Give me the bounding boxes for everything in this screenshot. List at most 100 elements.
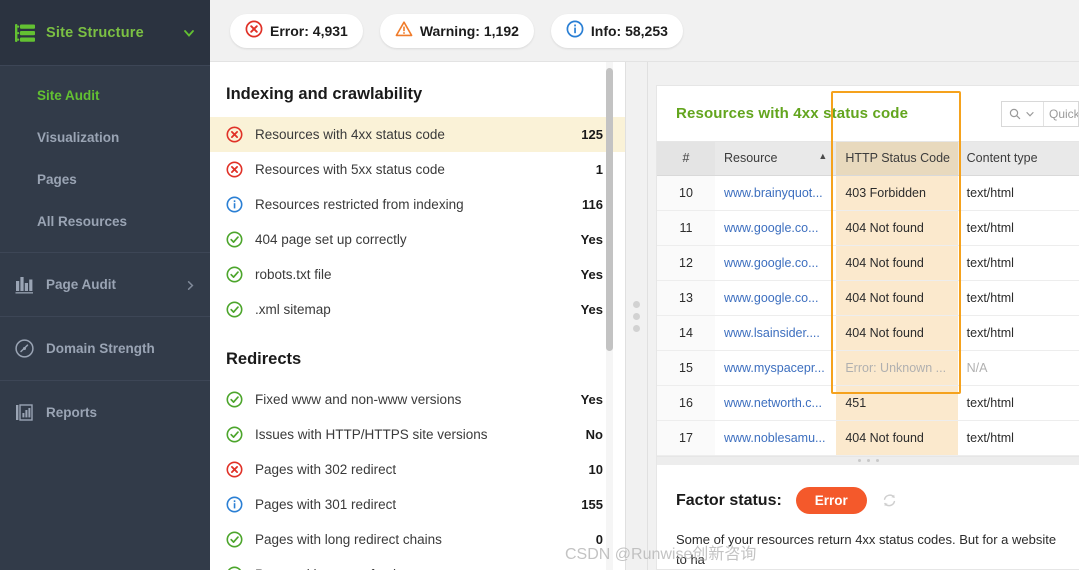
- sidebar-item-all-resources[interactable]: All Resources: [0, 200, 210, 242]
- sidebar-item-label: All Resources: [37, 213, 128, 229]
- status-badge-warning[interactable]: Warning: 1,192: [379, 13, 534, 48]
- resource-link[interactable]: www.noblesamu...: [724, 431, 825, 445]
- cell-number: 10: [657, 175, 715, 211]
- sidebar-item-domain-strength[interactable]: Domain Strength: [0, 316, 210, 380]
- factor-value: Yes: [580, 232, 603, 247]
- cell-number: 12: [657, 245, 715, 281]
- column-header-resource[interactable]: Resource ▲: [715, 142, 837, 176]
- cell-content-type: text/html: [957, 175, 1079, 211]
- cell-http-status-code: 403 Forbidden: [836, 175, 958, 211]
- resource-link[interactable]: www.myspacepr...: [724, 361, 825, 375]
- cell-resource[interactable]: www.noblesamu...: [715, 420, 837, 456]
- sidebar-item-reports[interactable]: Reports: [0, 380, 210, 444]
- quick-search[interactable]: Quick search: [1001, 100, 1079, 127]
- resource-link[interactable]: www.lsainsider....: [724, 326, 820, 340]
- cell-http-status-code: 404 Not found: [836, 315, 958, 351]
- factor-row[interactable]: Pages with meta refresh 0: [210, 557, 625, 570]
- resource-link[interactable]: www.google.co...: [724, 256, 819, 270]
- cell-http-status-code: 404 Not found: [836, 245, 958, 281]
- factor-value: Yes: [580, 267, 603, 282]
- factor-row[interactable]: Pages with long redirect chains 0: [210, 522, 625, 557]
- factor-value: Yes: [580, 392, 603, 407]
- search-dropdown-button[interactable]: [1002, 101, 1044, 126]
- status-badge-error[interactable]: Error: 4,931: [230, 13, 363, 48]
- cell-content-type: text/html: [957, 315, 1079, 351]
- table-row[interactable]: 10 www.brainyquot... 403 Forbidden text/…: [657, 175, 1079, 211]
- factor-row[interactable]: Resources with 5xx status code 1: [210, 152, 625, 187]
- factor-status-line1: Some of your resources return 4xx status…: [676, 532, 1057, 568]
- cell-resource[interactable]: www.google.co...: [715, 280, 837, 316]
- factor-row[interactable]: Pages with 301 redirect 155: [210, 487, 625, 522]
- sidebar-header-site-structure[interactable]: Site Structure: [0, 0, 210, 66]
- sidebar-item-page-audit[interactable]: Page Audit: [0, 252, 210, 316]
- cell-http-status-code: 404 Not found: [836, 280, 958, 316]
- table-row[interactable]: 14 www.lsainsider.... 404 Not found text…: [657, 315, 1079, 351]
- check-icon: [226, 531, 243, 548]
- factor-value: 0: [595, 532, 603, 547]
- audit-factors-pane: Indexing and crawlability Resources with…: [210, 62, 625, 570]
- check-icon: [226, 231, 243, 248]
- factor-row[interactable]: 404 page set up correctly Yes: [210, 222, 625, 257]
- table-header-row: # Resource ▲ HTTP Status Code Content ty…: [657, 142, 1079, 176]
- factor-row[interactable]: robots.txt file Yes: [210, 257, 625, 292]
- cell-number: 11: [657, 210, 715, 246]
- table-row[interactable]: 11 www.google.co... 404 Not found text/h…: [657, 210, 1079, 246]
- factor-label: Issues with HTTP/HTTPS site versions: [255, 427, 488, 442]
- table-row[interactable]: 13 www.google.co... 404 Not found text/h…: [657, 280, 1079, 316]
- splitter-grip-icon: [633, 300, 640, 332]
- sidebar-item-label: Site Audit: [37, 87, 100, 103]
- factor-status-label: Factor status:: [676, 491, 782, 509]
- factor-label: Resources with 4xx status code: [255, 127, 445, 142]
- table-row[interactable]: 17 www.noblesamu... 404 Not found text/h…: [657, 420, 1079, 456]
- chevron-right-icon[interactable]: [185, 279, 196, 290]
- resource-link[interactable]: www.brainyquot...: [724, 186, 823, 200]
- factor-status-card: Factor status: Error Some of your resour…: [656, 465, 1079, 570]
- factor-label: Pages with 302 redirect: [255, 462, 397, 477]
- cell-resource[interactable]: www.google.co...: [715, 210, 837, 246]
- factor-row[interactable]: .xml sitemap Yes: [210, 292, 625, 327]
- sidebar-item-label: Pages: [37, 171, 77, 187]
- factor-row[interactable]: Pages with 302 redirect 10: [210, 452, 625, 487]
- chevron-down-icon[interactable]: [182, 26, 196, 40]
- pane-splitter[interactable]: [625, 62, 648, 570]
- sidebar-item-pages[interactable]: Pages: [0, 158, 210, 200]
- left-pane-scrollbar-thumb[interactable]: [606, 68, 613, 351]
- card-resize-handle[interactable]: [656, 456, 1079, 466]
- error-icon: [226, 161, 243, 178]
- factor-row[interactable]: Issues with HTTP/HTTPS site versions No: [210, 417, 625, 452]
- resource-link[interactable]: www.google.co...: [724, 221, 819, 235]
- table-row[interactable]: 15 www.myspacepr... Error: Unknown ... N…: [657, 350, 1079, 386]
- cell-resource[interactable]: www.networth.c...: [715, 385, 837, 421]
- domain-strength-icon: [14, 338, 35, 359]
- column-header-number[interactable]: #: [657, 142, 715, 176]
- cell-resource[interactable]: www.google.co...: [715, 245, 837, 281]
- factor-row[interactable]: Resources with 4xx status code 125: [210, 117, 625, 152]
- cell-resource[interactable]: www.brainyquot...: [715, 175, 837, 211]
- sidebar-item-label: Domain Strength: [46, 341, 155, 356]
- status-badge-info[interactable]: Info: 58,253: [550, 13, 683, 48]
- factor-value: 10: [588, 462, 603, 477]
- table-row[interactable]: 16 www.networth.c... 451 text/html: [657, 385, 1079, 421]
- factor-row[interactable]: Resources restricted from indexing 116: [210, 187, 625, 222]
- factor-value: 1: [595, 162, 603, 177]
- column-header-http-status-code[interactable]: HTTP Status Code: [836, 142, 958, 176]
- factor-value: 155: [581, 497, 603, 512]
- refresh-icon[interactable]: [881, 492, 898, 509]
- search-input[interactable]: Quick search: [1044, 102, 1078, 126]
- factor-row[interactable]: Fixed www and non-www versions Yes: [210, 382, 625, 417]
- sort-asc-icon: ▲: [818, 151, 828, 162]
- sidebar-item-site-audit[interactable]: Site Audit: [0, 74, 210, 116]
- resource-link[interactable]: www.networth.c...: [724, 396, 822, 410]
- resources-table: # Resource ▲ HTTP Status Code Content ty…: [657, 142, 1079, 456]
- cell-number: 16: [657, 385, 715, 421]
- cell-number: 15: [657, 350, 715, 386]
- cell-resource[interactable]: www.lsainsider....: [715, 315, 837, 351]
- table-row[interactable]: 12 www.google.co... 404 Not found text/h…: [657, 245, 1079, 281]
- column-header-content-type[interactable]: Content type: [957, 142, 1079, 176]
- factor-status-row: Factor status: Error: [676, 487, 1063, 515]
- cell-content-type: text/html: [957, 420, 1079, 456]
- sidebar-item-visualization[interactable]: Visualization: [0, 116, 210, 158]
- cell-resource[interactable]: www.myspacepr...: [715, 350, 837, 386]
- resource-link[interactable]: www.google.co...: [724, 291, 819, 305]
- status-badge-info-label: Info: 58,253: [590, 22, 668, 39]
